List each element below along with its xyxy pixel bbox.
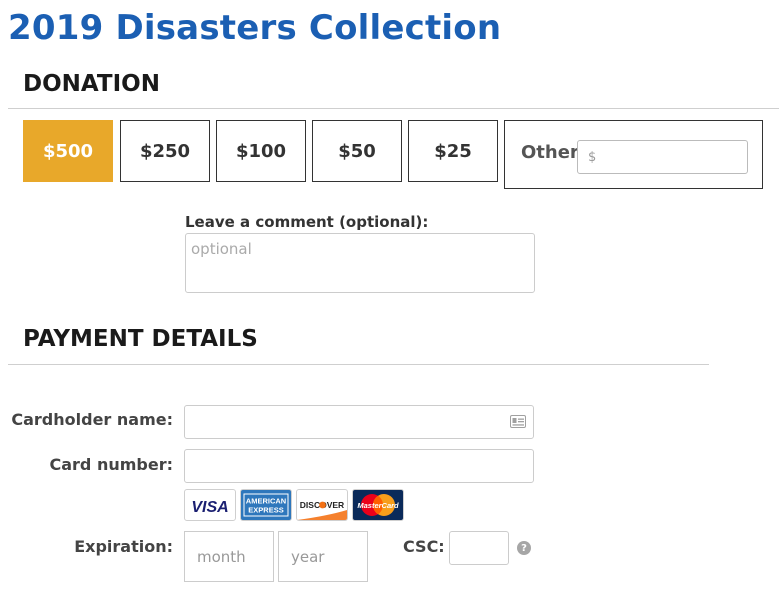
amount-25-button[interactable]: $25 — [408, 120, 498, 182]
payment-divider — [8, 364, 709, 365]
other-amount-input[interactable] — [577, 140, 748, 174]
discover-logo: DISCOVER — [296, 489, 348, 521]
comment-textarea[interactable] — [185, 233, 535, 293]
amex-logo: AMERICAN EXPRESS — [240, 489, 292, 521]
cardholder-label: Cardholder name: — [11, 410, 173, 429]
id-card-icon — [510, 415, 526, 428]
page-title: 2019 Disasters Collection — [8, 8, 502, 48]
help-icon[interactable]: ? — [517, 541, 531, 555]
donation-heading: DONATION — [23, 71, 160, 97]
cardholder-name-input[interactable] — [184, 405, 534, 439]
csc-input[interactable] — [449, 531, 509, 565]
amex-logo-text-bottom: EXPRESS — [248, 506, 283, 515]
donation-divider — [8, 108, 779, 109]
expiration-month-input[interactable] — [184, 531, 274, 582]
visa-logo-text: VISA — [191, 499, 228, 516]
comment-label: Leave a comment (optional): — [185, 213, 429, 231]
amount-500-button[interactable]: $500 — [23, 120, 113, 182]
mastercard-logo: MasterCard — [352, 489, 404, 521]
card-number-input[interactable] — [184, 449, 534, 483]
amount-50-button[interactable]: $50 — [312, 120, 402, 182]
expiration-year-input[interactable] — [278, 531, 368, 582]
csc-label: CSC: — [403, 537, 445, 556]
payment-heading: PAYMENT DETAILS — [23, 326, 258, 352]
amount-250-button[interactable]: $250 — [120, 120, 210, 182]
other-amount-label: Other — [521, 142, 579, 163]
amount-100-button[interactable]: $100 — [216, 120, 306, 182]
other-amount-option[interactable]: Other — [504, 120, 763, 189]
visa-logo: VISA — [184, 489, 236, 521]
expiration-label: Expiration: — [74, 537, 173, 556]
amex-logo-text-top: AMERICAN — [246, 497, 286, 506]
mastercard-logo-text: MasterCard — [357, 501, 399, 510]
card-number-label: Card number: — [49, 455, 174, 474]
